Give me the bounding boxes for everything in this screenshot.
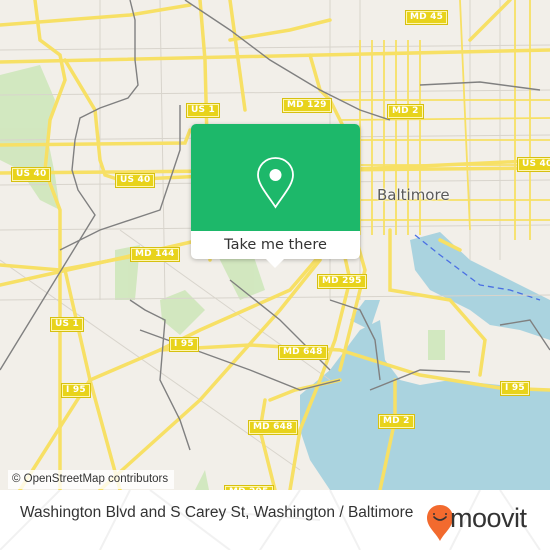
map-canvas[interactable]: MD 45 US 1 MD 129 MD 2 US 40 US 40 US 40… — [0, 0, 550, 490]
city-label-baltimore: Baltimore — [377, 186, 450, 204]
route-shield-us40: US 40 — [518, 158, 550, 171]
map-pin-icon — [257, 157, 294, 209]
route-shield-md2: MD 2 — [388, 105, 423, 118]
route-shield-us1: US 1 — [51, 318, 83, 331]
location-title: Washington Blvd and S Carey St, Washingt… — [20, 504, 414, 521]
route-shield-md295: MD 295 — [318, 275, 366, 288]
route-shield-us40: US 40 — [116, 174, 155, 187]
downtown-streets — [339, 0, 550, 240]
popup-header — [191, 124, 360, 231]
route-shield-us1: US 1 — [187, 104, 219, 117]
route-shield-md648: MD 648 — [249, 421, 297, 434]
route-shield-md2: MD 2 — [379, 415, 414, 428]
route-shield-md648: MD 648 — [279, 346, 327, 359]
take-me-there-popup[interactable]: Take me there — [191, 124, 360, 268]
map-attribution[interactable]: © OpenStreetMap contributors — [8, 470, 175, 489]
route-shield-md45: MD 45 — [406, 11, 448, 24]
moovit-wordmark: moovit — [450, 503, 527, 533]
route-shield-us40: US 40 — [12, 168, 51, 181]
route-shield-md144: MD 144 — [131, 248, 179, 261]
moovit-logo[interactable]: moovit — [420, 500, 550, 545]
route-shield-i95: I 95 — [501, 382, 529, 395]
popup-pointer — [266, 259, 284, 268]
route-shield-md129: MD 129 — [283, 99, 331, 112]
route-shield-i95: I 95 — [62, 384, 90, 397]
footer-bar: Washington Blvd and S Carey St, Washingt… — [0, 490, 550, 550]
route-shield-i95: I 95 — [170, 338, 198, 351]
take-me-there-button[interactable]: Take me there — [191, 231, 360, 259]
water-areas — [300, 232, 550, 490]
